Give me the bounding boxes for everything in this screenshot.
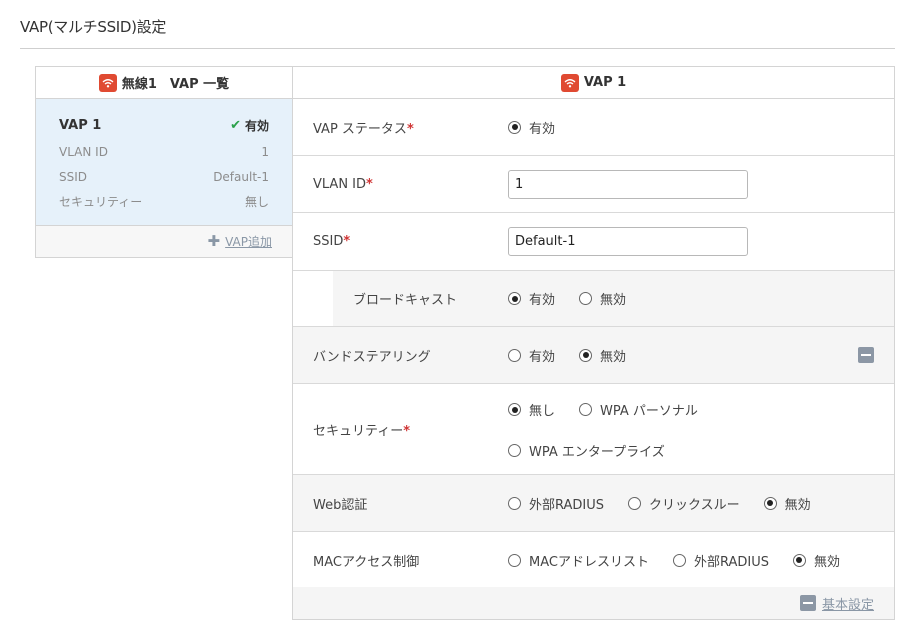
wifi-icon <box>560 73 579 92</box>
security-radios: 無し WPA パーソナル WPA エンタープライズ <box>508 400 722 460</box>
web-auth-row: Web認証 外部RADIUS クリックスルー 無効 <box>293 475 894 532</box>
security-none-radio[interactable]: 無し <box>508 400 555 419</box>
vap-card-row: SSID Default-1 <box>59 165 269 190</box>
mac-access-radios: MACアドレスリスト 外部RADIUS 無効 <box>508 551 864 570</box>
ssid-label: SSID* <box>313 234 351 249</box>
mac-access-row: MACアクセス制御 MACアドレスリスト 外部RADIUS 無効 <box>293 532 894 589</box>
mac-access-label: MACアクセス制御 <box>313 554 420 570</box>
mac-access-radius-radio[interactable]: 外部RADIUS <box>672 551 769 570</box>
vap-status-enabled-radio[interactable]: 有効 <box>508 118 555 137</box>
radio-dot[interactable] <box>508 444 521 457</box>
radio-dot[interactable] <box>508 496 521 510</box>
band-steering-row: バンドステアリング 有効 無効 <box>293 327 894 384</box>
vap-status-label: VAP ステータス* <box>313 121 414 137</box>
vlan-id-label: VLAN ID* <box>313 176 373 192</box>
vlan-id-row: VLAN ID* <box>293 156 894 213</box>
mac-access-list-radio[interactable]: MACアドレスリスト <box>508 551 649 570</box>
radio-dot[interactable] <box>508 553 521 567</box>
broadcast-label: ブロードキャスト <box>353 293 458 308</box>
radio-dot[interactable] <box>628 496 642 510</box>
security-wpa-personal-radio[interactable]: WPA パーソナル <box>579 400 698 419</box>
web-auth-clickthrough-radio[interactable]: クリックスルー <box>628 494 740 513</box>
vap-card-value: 1 <box>261 145 269 160</box>
radio-dot[interactable] <box>763 496 777 510</box>
vap-card-value: Default-1 <box>213 169 269 184</box>
vap-settings-panel: VAP 1 VAP ステータス* 有効 VLAN ID* SSID* ブロードキ… <box>292 66 895 620</box>
security-row: セキュリティー* 無し WPA パーソナル WPA エンタープライズ <box>293 384 894 475</box>
vap-status-row: VAP ステータス* 有効 <box>293 99 894 156</box>
vap-settings-title: VAP 1 <box>583 75 627 90</box>
web-auth-radius-radio[interactable]: 外部RADIUS <box>508 494 604 513</box>
band-steering-enabled-radio[interactable]: 有効 <box>508 346 555 365</box>
page-title: VAP(マルチSSID)設定 <box>20 18 167 36</box>
vap-card-status-label: 有効 <box>244 118 269 133</box>
vap-settings-header: VAP 1 <box>293 67 894 99</box>
web-auth-radios: 外部RADIUS クリックスルー 無効 <box>508 494 835 513</box>
security-label: セキュリティー* <box>313 423 411 439</box>
basic-settings-link[interactable]: 基本設定 <box>822 594 874 613</box>
broadcast-radios: 有効 無効 <box>508 289 650 308</box>
title-divider <box>20 48 895 49</box>
wifi-icon <box>98 73 117 92</box>
broadcast-enabled-radio[interactable]: 有効 <box>508 289 555 308</box>
check-icon: ✔ <box>230 117 241 133</box>
vap-card-status: ✔ 有効 <box>230 117 269 134</box>
required-mark: * <box>366 176 373 192</box>
band-steering-disabled-radio[interactable]: 無効 <box>579 346 626 365</box>
web-auth-label: Web認証 <box>313 497 368 513</box>
plus-icon: ✚ <box>207 232 221 250</box>
vap-list-title: 無線1 VAP 一覧 <box>121 77 230 92</box>
broadcast-disabled-radio[interactable]: 無効 <box>579 289 626 308</box>
vap-list-header: 無線1 VAP 一覧 <box>36 67 292 99</box>
vlan-id-input[interactable] <box>508 169 748 199</box>
radio-dot[interactable] <box>579 292 593 305</box>
vap-status-radios: 有効 <box>508 118 579 137</box>
ssid-input[interactable] <box>508 227 748 256</box>
radio-dot[interactable] <box>579 348 593 362</box>
basic-settings-footer: 基本設定 <box>293 587 894 619</box>
mac-access-disabled-radio[interactable]: 無効 <box>792 551 840 570</box>
required-mark: * <box>403 423 411 439</box>
vap-card-row: VLAN ID 1 <box>59 140 269 165</box>
ssid-row: SSID* <box>293 213 894 270</box>
vap-card-row: セキュリティー 無し <box>59 189 269 214</box>
radio-dot[interactable] <box>508 348 521 362</box>
required-mark: * <box>343 234 351 249</box>
sub-row-indent <box>293 271 333 326</box>
vap-card-key: VLAN ID <box>59 145 108 160</box>
collapse-minus-icon[interactable] <box>858 347 874 363</box>
minus-icon[interactable] <box>799 595 816 611</box>
radio-dot[interactable] <box>508 120 521 134</box>
broadcast-row: ブロードキャスト 有効 無効 <box>293 270 894 327</box>
band-steering-radios: 有効 無効 <box>508 346 650 365</box>
radio-dot[interactable] <box>672 553 686 567</box>
vap-card-vap1[interactable]: VAP 1 ✔ 有効 VLAN ID 1 SSID Default-1 セキュリ… <box>36 99 292 226</box>
radio-dot[interactable] <box>792 553 806 567</box>
radio-dot[interactable] <box>508 403 521 416</box>
radio-dot[interactable] <box>508 292 521 305</box>
vap-card-key: SSID <box>59 169 88 184</box>
vap-list-panel: 無線1 VAP 一覧 VAP 1 ✔ 有効 VLAN ID 1 SSID Def… <box>35 66 293 258</box>
web-auth-disabled-radio[interactable]: 無効 <box>763 494 811 513</box>
security-wpa-enterprise-radio[interactable]: WPA エンタープライズ <box>508 441 665 460</box>
radio-dot[interactable] <box>579 403 593 416</box>
vap-card-key: セキュリティー <box>59 194 143 209</box>
required-mark: * <box>406 121 414 137</box>
vap-card-name: VAP 1 <box>59 117 102 133</box>
band-steering-label: バンドステアリング <box>313 349 431 365</box>
vap-card-value: 無し <box>244 194 269 209</box>
add-vap-button[interactable]: ✚ VAP追加 <box>36 226 292 257</box>
add-vap-label[interactable]: VAP追加 <box>225 233 272 250</box>
